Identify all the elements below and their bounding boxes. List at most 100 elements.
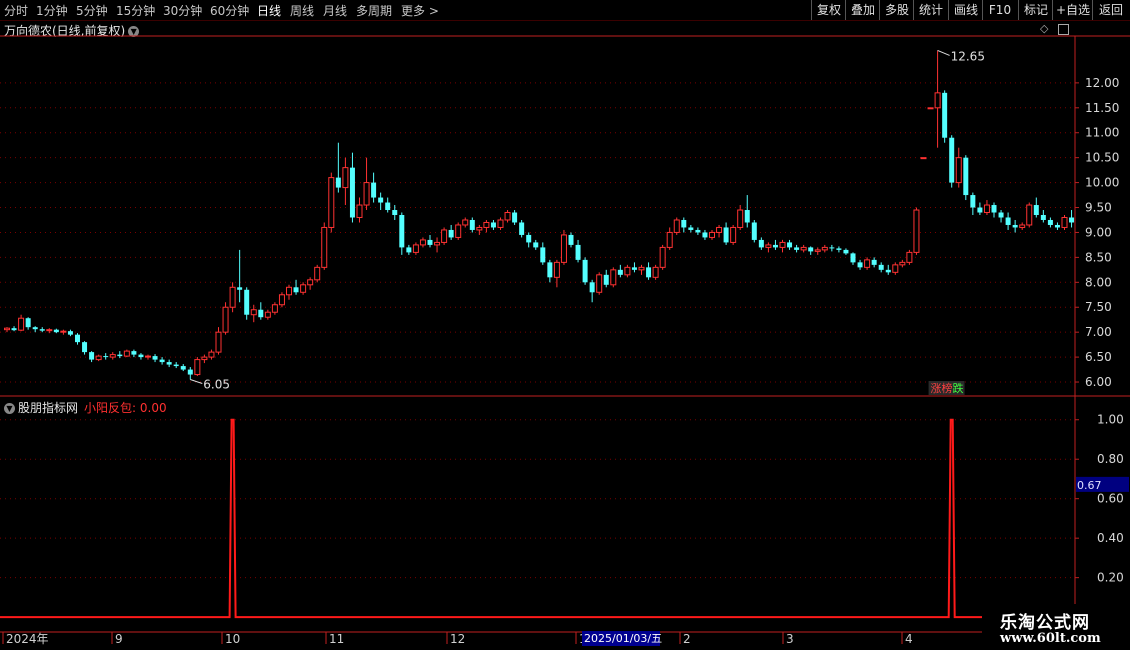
candle-body	[378, 197, 384, 203]
watermark-logo: 乐淘公式网 www.60lt.com	[982, 604, 1130, 650]
candle-body	[321, 226, 328, 268]
price-tick-label: 6.00	[1085, 375, 1112, 389]
candle-body	[977, 207, 983, 213]
candle-body	[244, 289, 250, 315]
candle-body	[82, 342, 88, 353]
candle-body	[1069, 217, 1075, 223]
candle-body	[547, 262, 553, 278]
tool-back-button[interactable]: 返回	[1092, 0, 1129, 20]
tool-multistock-button[interactable]: 多股	[879, 0, 914, 20]
candle-body	[264, 311, 271, 318]
period-30min[interactable]: 30分钟	[163, 2, 202, 19]
timeline-label: 12	[450, 632, 465, 646]
candle-body	[709, 231, 715, 238]
candle-body	[821, 246, 828, 251]
candle-body	[772, 244, 778, 248]
candle-body	[476, 226, 483, 231]
candle-body	[356, 204, 363, 218]
candle-body	[131, 351, 137, 355]
indicator-title[interactable]: ▼ 股朋指标网 小阳反包: 0.00	[4, 399, 167, 416]
tool-stats-button[interactable]: 统计	[913, 0, 948, 20]
period-15min[interactable]: 15分钟	[116, 2, 155, 19]
candle-body	[504, 212, 511, 221]
candle-body	[652, 266, 659, 278]
tool-draw-button[interactable]: 画线	[948, 0, 983, 20]
watermark-line2: www.60lt.com	[1000, 631, 1101, 646]
candle-body	[237, 287, 243, 290]
candle-body	[589, 282, 595, 293]
price-tick-label: 6.50	[1085, 350, 1112, 364]
candle-body	[222, 306, 229, 333]
period-daily[interactable]: 日线	[257, 2, 281, 19]
candle-body	[829, 247, 835, 249]
top-toolbar: 分时 1分钟 5分钟 15分钟 30分钟 60分钟 日线 周线 月线 多周期 更…	[0, 0, 1130, 21]
tool-mark-button[interactable]: 标记	[1018, 0, 1053, 20]
indicator-chevron-down-icon[interactable]: ▼	[4, 403, 15, 414]
candle-body	[67, 331, 73, 335]
period-fenshi[interactable]: 分时	[4, 2, 28, 19]
candle-body	[1033, 205, 1039, 215]
period-1min[interactable]: 1分钟	[36, 2, 68, 19]
candle-body	[194, 359, 201, 376]
period-monthly[interactable]: 月线	[323, 2, 347, 19]
candle-body	[927, 107, 934, 110]
candle-body	[286, 286, 292, 296]
indicator-line	[0, 418, 1075, 619]
candle-body	[596, 274, 603, 293]
tool-add-watch-button[interactable]: +自选	[1052, 0, 1093, 20]
candle-body	[871, 259, 877, 265]
candle-body	[751, 222, 757, 240]
period-weekly[interactable]: 周线	[290, 2, 314, 19]
indicator-tick-label: 1.00	[1097, 413, 1124, 427]
candle-body	[60, 330, 67, 333]
candle-body	[646, 267, 652, 278]
candle-body	[399, 215, 405, 248]
high-label: 12.65	[951, 49, 985, 63]
candle-body	[32, 327, 38, 330]
rank-badge-bg	[928, 381, 965, 395]
candle-body	[673, 219, 680, 233]
candle-body	[307, 279, 314, 286]
date-cursor-label: 2025/01/03/五	[584, 632, 662, 645]
period-5min[interactable]: 5分钟	[76, 2, 108, 19]
watermark-line1: 乐淘公式网	[1000, 613, 1090, 633]
price-tick-label: 11.50	[1085, 101, 1119, 115]
candle-body	[857, 262, 863, 268]
tool-fuquan-button[interactable]: 复权	[811, 0, 846, 20]
candle-body	[53, 329, 59, 333]
price-tick-label: 11.00	[1085, 126, 1119, 140]
rank-badge: 涨榜跌	[931, 381, 964, 395]
candle-body	[75, 334, 80, 343]
candle-body	[998, 212, 1004, 218]
candle-body	[631, 267, 637, 270]
candle-body	[737, 209, 744, 228]
tool-overlay-button[interactable]: 叠加	[845, 0, 880, 20]
period-60min[interactable]: 60分钟	[210, 2, 249, 19]
candle-body	[18, 317, 25, 331]
diamond-icon[interactable]: ◇	[1040, 22, 1048, 35]
period-multi[interactable]: 多周期	[356, 2, 392, 19]
indicator-tick-label: 0.20	[1097, 571, 1124, 585]
price-tick-label: 7.00	[1085, 325, 1112, 339]
period-more[interactable]: 更多 >	[401, 2, 439, 19]
timeline-label: 4	[905, 632, 913, 646]
stock-title[interactable]: 万向德农(日线,前复权) ▼	[4, 22, 140, 39]
candle-body	[123, 350, 130, 357]
window-toggle-icon[interactable]	[1057, 23, 1069, 35]
timeline-label: 9	[115, 632, 123, 646]
candle-body	[271, 304, 278, 313]
indicator-tick-label: 0.80	[1097, 452, 1124, 466]
candle-body	[955, 157, 962, 184]
candle-body	[11, 328, 17, 331]
candle-body	[419, 239, 426, 246]
price-chart[interactable]: 6.006.507.007.508.008.509.009.5010.0010.…	[0, 0, 1130, 650]
candle-body	[568, 234, 574, 245]
chevron-down-icon[interactable]: ▼	[128, 26, 140, 37]
low-pointer	[190, 379, 203, 385]
tool-f10-button[interactable]: F10	[982, 0, 1017, 20]
candle-body	[560, 234, 567, 263]
candle-body	[758, 239, 764, 248]
candle-body	[328, 177, 335, 228]
candle-body	[688, 227, 694, 230]
candle-body	[1005, 217, 1011, 225]
